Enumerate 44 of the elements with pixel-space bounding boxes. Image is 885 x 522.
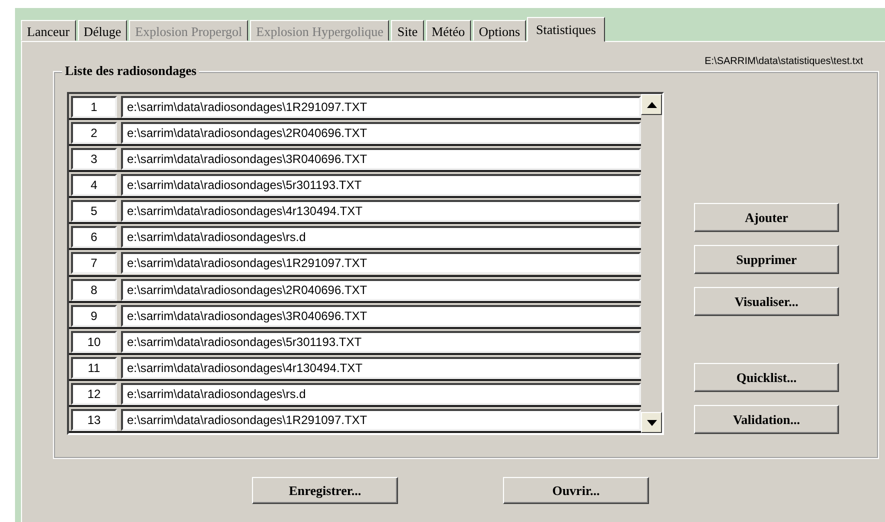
path-field[interactable]: e:\sarrim\data\radiosondages\rs.d: [121, 226, 641, 248]
action-button[interactable]: Visualiser...: [694, 287, 839, 316]
action-button[interactable]: Supprimer: [694, 245, 839, 274]
row-number-field[interactable]: 13: [71, 408, 117, 431]
group-title: Liste des radiosondages: [62, 63, 200, 79]
tab[interactable]: Options: [472, 20, 526, 41]
row-number-field[interactable]: 3: [71, 148, 117, 170]
tab[interactable]: Lanceur: [21, 20, 76, 41]
path-field[interactable]: e:\sarrim\data\radiosondages\1R291097.TXT: [121, 252, 641, 274]
path-field[interactable]: e:\sarrim\data\radiosondages\1R291097.TXT: [121, 96, 641, 118]
scroll-down-icon[interactable]: [641, 412, 662, 433]
file-button[interactable]: Enregistrer...: [252, 477, 398, 504]
file-button[interactable]: Ouvrir...: [503, 477, 649, 504]
path-field[interactable]: e:\sarrim\data\radiosondages\2R040696.TXT: [121, 278, 641, 301]
tab[interactable]: Déluge: [78, 20, 128, 41]
scroll-up-icon[interactable]: [641, 94, 662, 115]
path-field[interactable]: e:\sarrim\data\radiosondages\3R040696.TXT: [121, 304, 641, 327]
row-number-field[interactable]: 2: [71, 122, 117, 144]
row-number-field[interactable]: 8: [71, 278, 117, 301]
action-button[interactable]: Quicklist...: [694, 363, 839, 392]
row-number-field[interactable]: 10: [71, 330, 117, 353]
tab[interactable]: Météo: [426, 20, 471, 41]
scrollbar[interactable]: [641, 94, 662, 433]
path-field[interactable]: e:\sarrim\data\radiosondages\3R040696.TXT: [121, 148, 641, 170]
path-field[interactable]: e:\sarrim\data\radiosondages\rs.d: [121, 382, 641, 405]
row-number-field[interactable]: 12: [71, 382, 117, 405]
path-field[interactable]: e:\sarrim\data\radiosondages\5r301193.TXT: [121, 174, 641, 196]
tab[interactable]: Statistiques: [527, 17, 605, 42]
action-button[interactable]: Ajouter: [694, 203, 839, 232]
file-path: E:\SARRIM\data\statistiques\test.txt: [704, 56, 863, 67]
path-field[interactable]: e:\sarrim\data\radiosondages\2R040696.TXT: [121, 122, 641, 144]
path-field[interactable]: e:\sarrim\data\radiosondages\1R291097.TXT: [121, 408, 641, 431]
path-field[interactable]: e:\sarrim\data\radiosondages\4r130494.TXT: [121, 200, 641, 222]
row-number-field[interactable]: 6: [71, 226, 117, 248]
path-field[interactable]: e:\sarrim\data\radiosondages\5r301193.TXT: [121, 330, 641, 353]
row-number-field[interactable]: 4: [71, 174, 117, 196]
row-number-field[interactable]: 11: [71, 356, 117, 379]
path-field[interactable]: e:\sarrim\data\radiosondages\4r130494.TXT: [121, 356, 641, 379]
row-number-field[interactable]: 1: [71, 96, 117, 118]
row-number-field[interactable]: 7: [71, 252, 117, 274]
tab[interactable]: Site: [391, 20, 424, 41]
row-number-field[interactable]: 9: [71, 304, 117, 327]
action-button[interactable]: Validation...: [694, 405, 839, 434]
row-number-field[interactable]: 5: [71, 200, 117, 222]
